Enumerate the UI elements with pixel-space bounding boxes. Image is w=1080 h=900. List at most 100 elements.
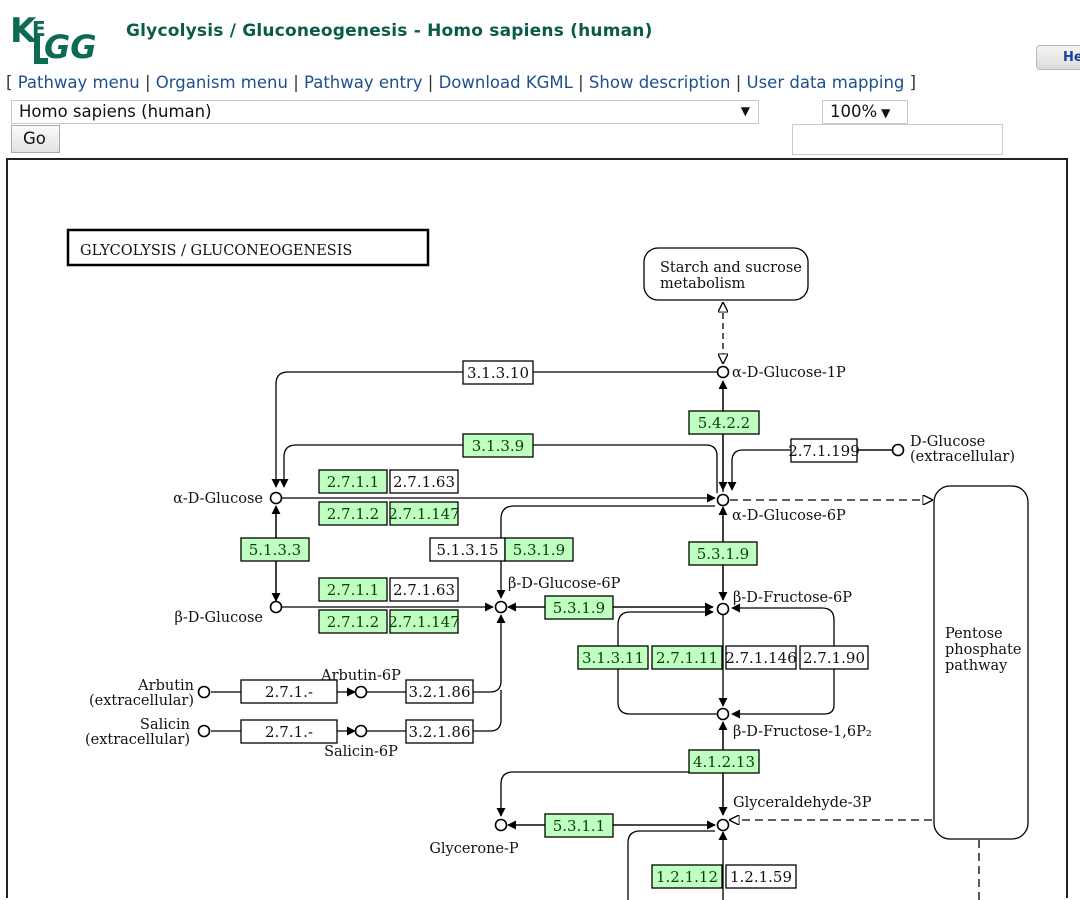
nav-link-pathway-menu[interactable]: Pathway menu: [18, 73, 140, 92]
enzyme-box-2-7-1-90[interactable]: 2.7.1.90: [799, 645, 869, 670]
enzyme-box-3-1-3-10[interactable]: 3.1.3.10: [462, 360, 534, 385]
enzyme-box-5-1-3-15[interactable]: 5.1.3.15: [429, 537, 506, 562]
enzyme-label: 3.2.1.86: [408, 683, 470, 701]
enzyme-box-2-7-1-63[interactable]: 2.7.1.63: [389, 469, 459, 494]
enzyme-box-2-7-1-1[interactable]: 2.7.1.1: [318, 469, 388, 494]
enzyme-box-2-7-1--[interactable]: 2.7.1.-: [240, 719, 338, 744]
enzyme-label: 3.1.3.9: [472, 437, 524, 455]
enzyme-label: 2.7.1.1: [327, 581, 379, 599]
compound-node-icon[interactable]: [891, 443, 905, 457]
enzyme-box-2-7-1-199[interactable]: 2.7.1.199: [788, 438, 860, 463]
compound-b-fru-6p[interactable]: β-D-Fructose-6P: [716, 590, 853, 616]
compound-node-icon[interactable]: [269, 491, 283, 505]
enzyme-box-5-3-1-9[interactable]: 5.3.1.9: [688, 541, 758, 566]
compound-b-fru-16p2[interactable]: β-D-Fructose-1,6P₂: [716, 707, 872, 741]
nav-bracket-open: [: [6, 73, 13, 92]
compound-node-icon[interactable]: [354, 685, 368, 699]
organism-select-value: Homo sapiens (human): [19, 102, 212, 121]
compound-node-icon[interactable]: [354, 724, 368, 738]
nav-bracket-close: ]: [909, 73, 917, 92]
compound-label: (extracellular): [89, 693, 194, 709]
compound-label: Salicin: [140, 717, 190, 733]
compound-label: Salicin-6P: [324, 744, 398, 760]
enzyme-label: 5.3.1.9: [513, 541, 565, 559]
compound-b-glc[interactable]: β-D-Glucose: [174, 600, 283, 627]
compound-label: Glycerone-P: [429, 841, 519, 857]
enzyme-box-5-3-1-9[interactable]: 5.3.1.9: [504, 537, 574, 562]
pathway-map: GLYCOLYSIS / GLUCONEOGENESIS Starch and …: [6, 158, 1068, 900]
compound-a-glc-6p[interactable]: α-D-Glucose-6P: [716, 493, 847, 525]
enzyme-box-2-7-1-147[interactable]: 2.7.1.147: [388, 609, 460, 634]
enzyme-box-5-3-1-9[interactable]: 5.3.1.9: [544, 595, 614, 620]
compound-arbutin-ext[interactable]: Arbutin(extracellular): [89, 678, 211, 709]
enzyme-box-2-7-1-1[interactable]: 2.7.1.1: [318, 577, 388, 602]
compound-a-glc-1p[interactable]: α-D-Glucose-1P: [716, 365, 847, 381]
organism-select[interactable]: Homo sapiens (human) ▼: [11, 100, 759, 124]
compound-label: Glyceraldehyde-3P: [733, 795, 872, 811]
map-title: GLYCOLYSIS / GLUCONEOGENESIS: [80, 243, 352, 259]
compound-glycerone-p[interactable]: Glycerone-P: [429, 818, 519, 858]
compound-node-icon[interactable]: [716, 493, 730, 507]
compound-node-icon[interactable]: [716, 602, 730, 616]
enzyme-label: 2.7.1.63: [393, 581, 455, 599]
enzyme-box-3-2-1-86[interactable]: 3.2.1.86: [405, 679, 474, 704]
enzyme-box-2-7-1-146[interactable]: 2.7.1.146: [725, 645, 797, 670]
compound-node-icon[interactable]: [494, 818, 508, 832]
compound-label: Arbutin-6P: [320, 668, 401, 684]
enzyme-box-5-4-2-2[interactable]: 5.4.2.2: [688, 410, 760, 435]
enzyme-box-3-1-3-9[interactable]: 3.1.3.9: [462, 433, 534, 458]
compound-node-icon[interactable]: [716, 818, 730, 832]
enzyme-box-2-7-1-63[interactable]: 2.7.1.63: [389, 577, 459, 602]
enzyme-label: 2.7.1.1: [327, 473, 379, 491]
compound-node-icon[interactable]: [197, 685, 211, 699]
compound-salicin-ext[interactable]: Salicin(extracellular): [85, 717, 211, 748]
kegg-logo[interactable]: K E GG: [10, 8, 102, 66]
zoom-select[interactable]: 100% ▼: [822, 100, 908, 124]
enzyme-box-3-1-3-11[interactable]: 3.1.3.11: [577, 645, 649, 670]
enzyme-label: 2.7.1.63: [393, 473, 455, 491]
compound-label: α-D-Glucose-6P: [732, 508, 846, 524]
enzyme-label: 1.2.1.59: [730, 868, 792, 886]
compound-node-icon[interactable]: [197, 724, 211, 738]
help-button[interactable]: Help: [1036, 45, 1080, 70]
pathway-label: Starch and sucrose: [660, 260, 802, 276]
enzyme-label: 2.7.1.2: [327, 613, 379, 631]
enzyme-box-4-1-2-13[interactable]: 4.1.2.13: [688, 749, 760, 774]
compound-a-glc[interactable]: α-D-Glucose: [173, 491, 283, 507]
enzyme-box-2-7-1-2[interactable]: 2.7.1.2: [318, 501, 388, 526]
compound-g3p[interactable]: Glyceraldehyde-3P: [716, 795, 872, 832]
nav-link-organism-menu[interactable]: Organism menu: [156, 73, 288, 92]
compound-node-icon[interactable]: [716, 707, 730, 721]
enzyme-box-2-7-1-147[interactable]: 2.7.1.147: [388, 501, 460, 526]
zoom-select-value: 100%: [830, 102, 878, 121]
compound-label: β-D-Fructose-6P: [733, 590, 852, 606]
enzyme-box-2-7-1-11[interactable]: 2.7.1.11: [651, 645, 723, 670]
compound-node-icon[interactable]: [716, 365, 730, 379]
enzyme-box-1-2-1-59[interactable]: 1.2.1.59: [725, 864, 797, 889]
enzyme-box-5-3-1-1[interactable]: 5.3.1.1: [544, 813, 614, 838]
enzyme-box-2-7-1-2[interactable]: 2.7.1.2: [318, 609, 388, 634]
nav-link-user-data-mapping[interactable]: User data mapping: [747, 73, 905, 92]
compound-node-icon[interactable]: [269, 600, 283, 614]
enzyme-label: 2.7.1.199: [788, 442, 860, 460]
nav-link-download-kgml[interactable]: Download KGML: [439, 73, 573, 92]
nav-link-pathway-entry[interactable]: Pathway entry: [304, 73, 423, 92]
nav-separator: |: [735, 73, 742, 92]
enzyme-label: 3.1.3.11: [582, 649, 644, 667]
enzyme-box-5-1-3-3[interactable]: 5.1.3.3: [240, 537, 310, 562]
compound-label: α-D-Glucose: [173, 491, 263, 507]
enzyme-label: 5.1.3.3: [249, 541, 301, 559]
nav-link-show-description[interactable]: Show description: [589, 73, 731, 92]
go-button[interactable]: Go: [11, 125, 60, 153]
compound-label: (extracellular): [910, 449, 1015, 465]
compound-node-icon[interactable]: [494, 600, 508, 614]
pathway-label: pathway: [945, 658, 1008, 674]
compound-label: β-D-Fructose-1,6P₂: [733, 724, 872, 740]
enzyme-box-1-2-1-12[interactable]: 1.2.1.12: [651, 864, 723, 889]
enzyme-box-3-2-1-86[interactable]: 3.2.1.86: [405, 719, 474, 744]
pathway-link-pentose-phosphate[interactable]: Pentose phosphate pathway: [933, 485, 1029, 840]
compound-d-glc-ext[interactable]: D-Glucose(extracellular): [891, 434, 1016, 465]
search-input[interactable]: [792, 124, 1003, 155]
compound-label: β-D-Glucose-6P: [508, 576, 621, 592]
pathway-link-starch-sucrose[interactable]: Starch and sucrose metabolism: [643, 247, 809, 301]
